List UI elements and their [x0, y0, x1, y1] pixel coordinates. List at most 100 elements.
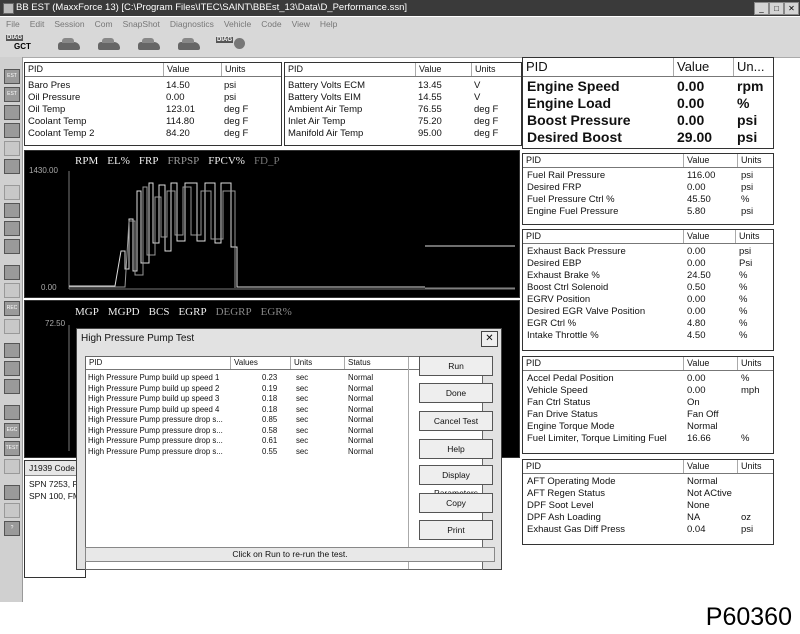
save-icon[interactable] — [4, 361, 20, 376]
pid-row[interactable]: Manifold Air Temp 95.00 deg F — [285, 128, 521, 140]
pid-row[interactable]: Desired FRP 0.00 psi — [523, 182, 773, 194]
record-icon[interactable]: REC — [4, 301, 20, 316]
pid-row[interactable]: Inlet Air Temp 75.20 deg F — [285, 116, 521, 128]
chart-icon[interactable] — [4, 105, 20, 120]
pid-row[interactable]: Desired EBP 0.00 Psi — [523, 258, 773, 270]
pump-icon[interactable] — [4, 239, 20, 254]
menu-session[interactable]: Session — [54, 19, 84, 29]
pid-row[interactable]: Fuel Pressure Ctrl % 45.50% — [523, 194, 773, 206]
menu-code[interactable]: Code — [261, 19, 281, 29]
pid-row[interactable]: Engine Load 0.00% — [523, 95, 773, 112]
pid-row[interactable]: Fan Drive Status Fan Off — [523, 409, 773, 421]
toolbar-session-button-1[interactable] — [52, 35, 84, 53]
pid-row[interactable]: Exhaust Gas Diff Press 0.04 psi — [523, 524, 773, 536]
pid-row[interactable]: EGR Ctrl % 4.80% — [523, 318, 773, 330]
display-parameters-button[interactable]: Display Parameters — [419, 465, 493, 498]
test-result-row[interactable]: High Pressure Pump build up speed 3 0.18 s… — [86, 394, 416, 405]
test-result-row[interactable]: High Pressure Pump pressure drop s... 0.5… — [86, 447, 416, 458]
printer-icon[interactable] — [4, 379, 20, 394]
menu-vehicle[interactable]: Vehicle — [224, 19, 251, 29]
folder-icon[interactable] — [4, 485, 20, 500]
report-icon[interactable] — [4, 459, 20, 474]
snapshot-icon[interactable] — [4, 283, 20, 298]
done-button[interactable]: Done — [419, 383, 493, 403]
pid-row[interactable]: EGRV Position 0.00% — [523, 294, 773, 306]
pid-row[interactable]: Desired EGR Valve Position 0.00% — [523, 306, 773, 318]
fault-code-item[interactable]: SPN 7253, F — [29, 478, 80, 490]
pid-row[interactable]: Oil Temp 123.01 deg F — [25, 104, 281, 116]
wrench-icon[interactable] — [4, 221, 20, 236]
pid-row[interactable]: Boost Ctrl Solenoid 0.50% — [523, 282, 773, 294]
help-button[interactable]: Help — [419, 439, 493, 459]
minimize-button[interactable]: _ — [754, 2, 769, 15]
close-window-button[interactable]: ✕ — [784, 2, 799, 15]
hand-icon[interactable] — [4, 503, 20, 518]
pid-row[interactable]: Engine Torque Mode Normal — [523, 421, 773, 433]
test-result-row[interactable]: High Pressure Pump build up speed 4 0.18 s… — [86, 405, 416, 416]
diag-tool-button[interactable]: DIAG — [214, 35, 246, 53]
menu-file[interactable]: File — [6, 19, 20, 29]
pid-row[interactable]: Ambient Air Temp 76.55 deg F — [285, 104, 521, 116]
gauge-icon[interactable] — [4, 159, 20, 174]
pid-row[interactable]: Vehicle Speed 0.00 mph — [523, 385, 773, 397]
pid-row[interactable]: DPF Ash Loading NA oz — [523, 512, 773, 524]
pid-row[interactable]: Battery Volts EIM 14.55 V — [285, 92, 521, 104]
maximize-button[interactable]: □ — [769, 2, 784, 15]
pid-row[interactable]: Accel Pedal Position 0.00% — [523, 373, 773, 385]
pid-row[interactable]: Fuel Rail Pressure 116.00 psi — [523, 170, 773, 182]
tool-icon[interactable] — [4, 141, 20, 156]
test-result-row[interactable]: High Pressure Pump pressure drop s... 0.8… — [86, 415, 416, 426]
test-result-row[interactable]: High Pressure Pump pressure drop s... 0.5… — [86, 426, 416, 437]
pid-row[interactable]: Fan Ctrl Status On — [523, 397, 773, 409]
pid-row[interactable]: Exhaust Back Pressure 0.00 psi — [523, 246, 773, 258]
run-button[interactable]: Run — [419, 356, 493, 376]
pid-row[interactable]: Desired Boost 29.00 psi — [523, 129, 773, 146]
play-icon[interactable] — [4, 343, 20, 358]
cancel-test-button[interactable]: Cancel Test — [419, 411, 493, 431]
module-icon[interactable]: EST — [4, 87, 20, 102]
toolbar-session-button-4[interactable] — [172, 35, 204, 53]
pid-row[interactable]: Intake Throttle % 4.50% — [523, 330, 773, 342]
test-result-row[interactable]: High Pressure Pump build up speed 1 0.23 s… — [86, 373, 416, 384]
dialog-close-button[interactable]: ✕ — [481, 331, 498, 347]
print-button[interactable]: Print — [419, 520, 493, 540]
pid-row[interactable]: Exhaust Brake % 24.50% — [523, 270, 773, 282]
menu-edit[interactable]: Edit — [30, 19, 45, 29]
code-icon[interactable]: EGC — [4, 423, 20, 438]
pid-row[interactable]: AFT Regen Status Not ACtive — [523, 488, 773, 500]
pid-row[interactable]: AFT Operating Mode Normal — [523, 476, 773, 488]
menu-view[interactable]: View — [292, 19, 310, 29]
pid-row[interactable]: Engine Fuel Pressure 5.80 psi — [523, 206, 773, 218]
stop-icon[interactable] — [4, 319, 20, 334]
menu-snapshot[interactable]: SnapShot — [123, 19, 160, 29]
pid-row[interactable]: Fuel Limiter, Torque Limiting Fuel 16.66% — [523, 433, 773, 445]
copy-button[interactable]: Copy — [419, 493, 493, 513]
test-result-row[interactable]: High Pressure Pump pressure drop s... 0.6… — [86, 436, 416, 447]
pid-row[interactable]: DPF Soot Level None — [523, 500, 773, 512]
toolbar-session-button-3[interactable] — [132, 35, 164, 53]
diag-gct-button[interactable]: DIAG GCT — [4, 35, 36, 53]
pid-row[interactable]: Coolant Temp 2 84.20 deg F — [25, 128, 281, 140]
pid-row[interactable]: Boost Pressure 0.00 psi — [523, 112, 773, 129]
toolbar-session-button-2[interactable] — [92, 35, 124, 53]
pid-row[interactable]: Oil Pressure 0.00 psi — [25, 92, 281, 104]
pid-row[interactable]: Battery Volts ECM 13.45 V — [285, 80, 521, 92]
arrow-icon[interactable] — [4, 185, 20, 200]
camera-icon[interactable] — [4, 265, 20, 280]
list-icon[interactable] — [4, 123, 20, 138]
display-icon[interactable] — [4, 405, 20, 420]
menu-com[interactable]: Com — [95, 19, 113, 29]
panel-icon[interactable] — [4, 203, 20, 218]
pid-units: % — [739, 318, 748, 329]
pid-row[interactable]: Baro Pres 14.50 psi — [25, 80, 281, 92]
test-result-row[interactable]: High Pressure Pump build up speed 2 0.19 s… — [86, 384, 416, 395]
menu-diagnostics[interactable]: Diagnostics — [170, 19, 214, 29]
pid-row[interactable]: Coolant Temp 114.80 deg F — [25, 116, 281, 128]
menu-help[interactable]: Help — [320, 19, 337, 29]
pid-row[interactable]: Engine Speed 0.00 rpm — [523, 78, 773, 95]
module-icon[interactable]: EST — [4, 69, 20, 84]
test-icon[interactable]: TEST — [4, 441, 20, 456]
help-icon[interactable]: ? — [4, 521, 20, 536]
pid-value: 14.50 — [166, 80, 190, 91]
fault-code-item[interactable]: SPN 100, FM — [29, 490, 80, 502]
